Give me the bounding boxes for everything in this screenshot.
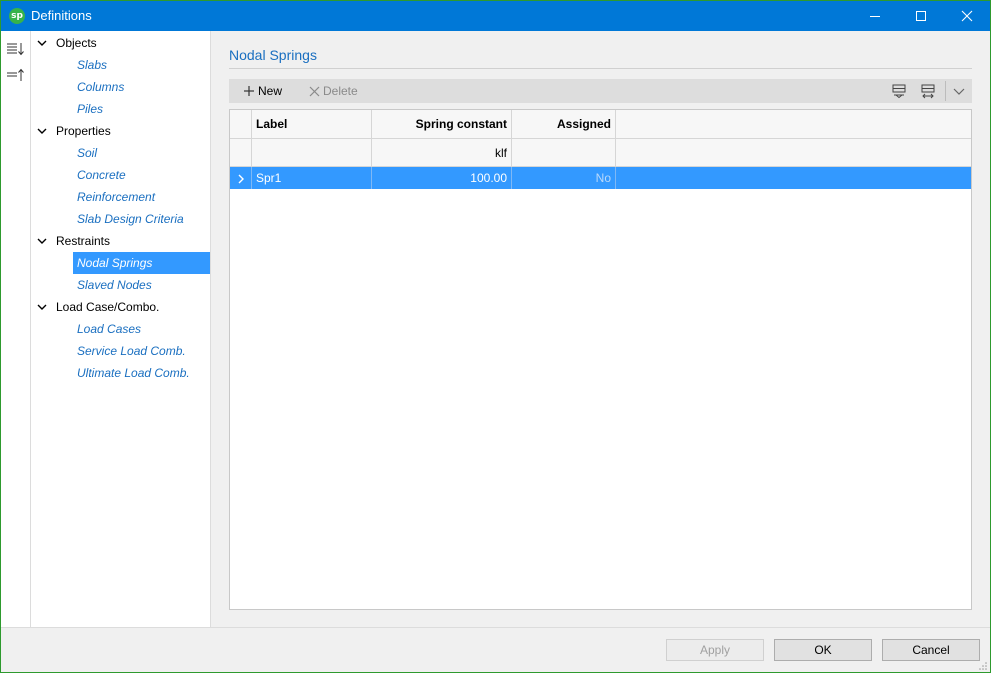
- tree-item-label: Slab Design Criteria: [77, 212, 184, 226]
- column-header-filler: [616, 110, 971, 139]
- resize-grip-icon[interactable]: [978, 661, 988, 671]
- cell-filler: [616, 167, 971, 189]
- maximize-icon: [916, 11, 926, 21]
- units-cell-spring-constant: klf: [372, 139, 512, 167]
- chevron-down-icon[interactable]: [36, 32, 48, 54]
- toolbar-overflow-chevron-icon[interactable]: [951, 83, 967, 99]
- tree-item-slabs[interactable]: Slabs: [73, 54, 210, 76]
- tree-item-label: Slaved Nodes: [77, 278, 152, 292]
- new-button-label: New: [258, 84, 283, 98]
- title-bar: sp Definitions: [1, 1, 990, 31]
- tree-item-concrete[interactable]: Concrete: [73, 164, 210, 186]
- tree-item-label: Nodal Springs: [77, 256, 153, 270]
- units-cell-filler: [616, 139, 971, 167]
- delete-button[interactable]: Delete: [309, 79, 358, 103]
- tree-item-label: Service Load Comb.: [77, 344, 186, 358]
- collapse-all-button[interactable]: [5, 65, 27, 85]
- tree-group-restraints[interactable]: Restraints: [31, 230, 210, 252]
- tree-item-label: Reinforcement: [77, 190, 156, 204]
- grid-toolbar: New Delete: [229, 79, 972, 103]
- tree-item-label: Ultimate Load Comb.: [77, 366, 190, 380]
- chevron-down-icon[interactable]: [36, 230, 48, 252]
- tree-item-label: Load Cases: [77, 322, 142, 336]
- tree-item-label: Soil: [77, 146, 98, 160]
- cell-assigned: No: [512, 167, 616, 189]
- window-title: Definitions: [31, 8, 92, 23]
- tree-item-nodal-springs[interactable]: Nodal Springs: [73, 252, 210, 274]
- tree-item-ultimate-load-comb[interactable]: Ultimate Load Comb.: [73, 362, 210, 384]
- delete-button-label: Delete: [323, 84, 358, 98]
- column-header-label[interactable]: Label: [252, 110, 372, 139]
- tree-item-load-cases[interactable]: Load Cases: [73, 318, 210, 340]
- tree-group-label: Load Case/Combo.: [56, 300, 160, 314]
- title-divider: [229, 68, 972, 69]
- tree-item-columns[interactable]: Columns: [73, 76, 210, 98]
- units-row-header: [230, 139, 252, 167]
- tree-group-load-case-combo[interactable]: Load Case/Combo.: [31, 296, 210, 318]
- chevron-down-icon[interactable]: [36, 120, 48, 142]
- tree-item-label: Concrete: [77, 168, 126, 182]
- tree-toolstrip: [1, 31, 31, 627]
- cell-spring-constant[interactable]: 100.00: [372, 167, 512, 189]
- apply-button[interactable]: Apply: [666, 639, 764, 661]
- close-icon: [961, 10, 973, 22]
- minimize-icon: [870, 16, 880, 17]
- ok-button[interactable]: OK: [774, 639, 872, 661]
- toolbar-separator: [945, 81, 946, 101]
- tree-item-service-load-comb[interactable]: Service Load Comb.: [73, 340, 210, 362]
- page-title: Nodal Springs: [229, 47, 317, 63]
- main-panel: Nodal Springs New Delete Label Spring co…: [211, 31, 990, 627]
- collapse-all-icon: [7, 68, 24, 81]
- units-cell-assigned: [512, 139, 616, 167]
- chevron-down-icon[interactable]: [36, 296, 48, 318]
- column-header-assigned[interactable]: Assigned: [512, 110, 616, 139]
- tree-group-objects[interactable]: Objects: [31, 32, 210, 54]
- expand-all-button[interactable]: [5, 39, 27, 59]
- minimize-button[interactable]: [852, 1, 898, 31]
- tree-item-slab-design-criteria[interactable]: Slab Design Criteria: [73, 208, 210, 230]
- fit-columns-icon[interactable]: [920, 83, 936, 99]
- cell-label[interactable]: Spr1: [252, 167, 372, 189]
- cancel-button[interactable]: Cancel: [882, 639, 980, 661]
- app-icon: sp: [9, 8, 25, 24]
- tree-item-label: Slabs: [77, 58, 108, 72]
- tree-group-label: Restraints: [56, 234, 111, 248]
- tree-group-label: Objects: [56, 36, 97, 50]
- tree-item-label: Piles: [77, 102, 104, 116]
- expand-all-icon: [7, 43, 24, 56]
- dialog-footer: Apply OK Cancel: [1, 627, 990, 672]
- tree-group-properties[interactable]: Properties: [31, 120, 210, 142]
- tree-item-reinforcement[interactable]: Reinforcement: [73, 186, 210, 208]
- springs-grid: Label Spring constant Assigned klf Spr1 …: [229, 109, 972, 610]
- fit-rows-icon[interactable]: [891, 83, 907, 99]
- new-button[interactable]: New: [243, 79, 282, 103]
- tree-item-piles[interactable]: Piles: [73, 98, 210, 120]
- close-button[interactable]: [944, 1, 990, 31]
- tree-item-label: Columns: [77, 80, 125, 94]
- maximize-button[interactable]: [898, 1, 944, 31]
- units-cell-label: [252, 139, 372, 167]
- row-header-corner: [230, 110, 252, 139]
- definitions-dialog: sp Definitions Objects Slabs Columns Pil…: [0, 0, 991, 673]
- delete-x-icon: [309, 86, 320, 96]
- tree-item-soil[interactable]: Soil: [73, 142, 210, 164]
- row-selector-chevron-icon[interactable]: [230, 167, 252, 189]
- tree-item-slaved-nodes[interactable]: Slaved Nodes: [73, 274, 210, 296]
- column-header-spring-constant[interactable]: Spring constant: [372, 110, 512, 139]
- plus-icon: [244, 86, 254, 96]
- tree-group-label: Properties: [56, 124, 111, 138]
- definitions-tree: Objects Slabs Columns Piles Properties S…: [31, 31, 211, 627]
